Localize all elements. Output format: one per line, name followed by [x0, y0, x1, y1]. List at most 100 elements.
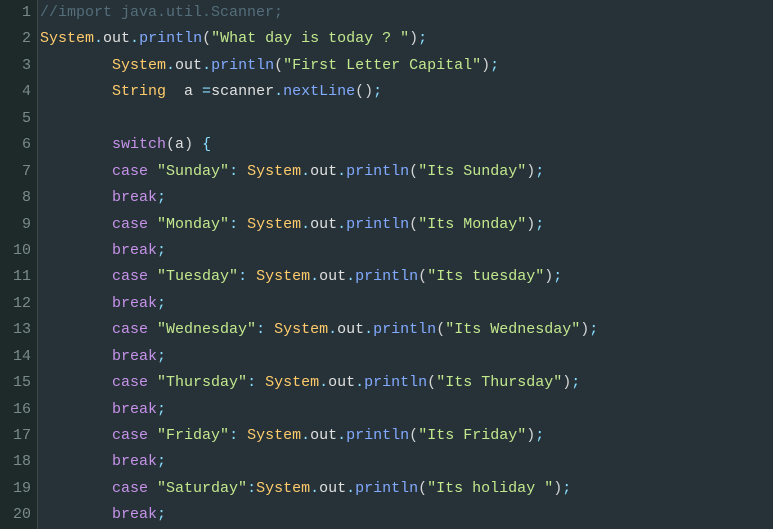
token-id: out [337, 321, 364, 338]
token-str: "Its Wednesday" [445, 321, 580, 338]
code-line[interactable]: case "Monday": System.out.println("Its M… [40, 212, 773, 238]
token-punc: ; [157, 189, 166, 206]
line-number: 2 [0, 26, 31, 52]
code-line[interactable]: break; [40, 238, 773, 264]
code-line[interactable]: System.out.println("What day is today ? … [40, 26, 773, 52]
token-paren: ( [409, 163, 418, 180]
token-str: "What day is today ? " [211, 30, 409, 47]
token-str: "Sunday" [157, 163, 229, 180]
token-punc: : [256, 321, 265, 338]
code-line[interactable]: case "Tuesday": System.out.println("Its … [40, 264, 773, 290]
token-id: out [310, 427, 337, 444]
token-kw: case [112, 321, 148, 338]
token-fn: println [346, 427, 409, 444]
token-punc: : [229, 163, 238, 180]
token-punc: ; [535, 163, 544, 180]
token-punc: { [202, 136, 211, 153]
token-paren: ) [544, 268, 553, 285]
token-fn: nextLine [283, 83, 355, 100]
code-line[interactable]: case "Saturday":System.out.println("Its … [40, 476, 773, 502]
code-line[interactable]: case "Wednesday": System.out.println("It… [40, 317, 773, 343]
token-fn: println [355, 268, 418, 285]
token-id [40, 348, 112, 365]
code-line[interactable]: //import java.util.Scanner; [40, 0, 773, 26]
code-line[interactable]: case "Thursday": System.out.println("Its… [40, 370, 773, 396]
code-line[interactable]: System.out.println("First Letter Capital… [40, 53, 773, 79]
token-paren: ( [418, 480, 427, 497]
token-paren: ) [481, 57, 490, 74]
line-number: 9 [0, 212, 31, 238]
token-id [40, 163, 112, 180]
token-punc: : [238, 268, 247, 285]
code-line[interactable]: case "Friday": System.out.println("Its F… [40, 423, 773, 449]
token-kw: break [112, 189, 157, 206]
line-number: 20 [0, 502, 31, 528]
token-id [40, 295, 112, 312]
token-cls: System [256, 268, 310, 285]
token-punc: ; [535, 427, 544, 444]
code-line[interactable]: String a =scanner.nextLine(); [40, 79, 773, 105]
code-line[interactable]: break; [40, 449, 773, 475]
token-id [40, 242, 112, 259]
token-kw: case [112, 427, 148, 444]
line-number: 15 [0, 370, 31, 396]
line-number: 17 [0, 423, 31, 449]
line-number: 1 [0, 0, 31, 26]
token-cls: System [247, 216, 301, 233]
token-id: scanner [211, 83, 274, 100]
token-punc: ; [490, 57, 499, 74]
token-str: "Its Monday" [418, 216, 526, 233]
token-punc: ; [418, 30, 427, 47]
code-line[interactable]: break; [40, 185, 773, 211]
token-punc: . [301, 216, 310, 233]
token-id [148, 480, 157, 497]
token-id [40, 268, 112, 285]
token-punc: : [229, 427, 238, 444]
token-fn: println [364, 374, 427, 391]
token-paren: () [355, 83, 373, 100]
token-punc: ; [157, 348, 166, 365]
token-id [40, 57, 112, 74]
token-paren: ( [409, 427, 418, 444]
token-paren: ( [418, 268, 427, 285]
token-id [256, 374, 265, 391]
line-number: 7 [0, 159, 31, 185]
token-id [40, 480, 112, 497]
token-id: out [319, 480, 346, 497]
token-punc: . [310, 268, 319, 285]
token-id [238, 427, 247, 444]
token-punc: . [337, 216, 346, 233]
token-cls: System [256, 480, 310, 497]
token-id [148, 321, 157, 338]
token-id [40, 321, 112, 338]
token-paren: ) [562, 374, 571, 391]
code-line[interactable]: case "Sunday": System.out.println("Its S… [40, 159, 773, 185]
line-number: 18 [0, 449, 31, 475]
code-line[interactable] [40, 106, 773, 132]
token-kw: case [112, 268, 148, 285]
token-str: "Its tuesday" [427, 268, 544, 285]
token-fn: println [346, 216, 409, 233]
code-editor-area[interactable]: //import java.util.Scanner;System.out.pr… [38, 0, 773, 529]
code-line[interactable]: break; [40, 397, 773, 423]
token-paren: ) [184, 136, 193, 153]
token-cls: System [265, 374, 319, 391]
token-paren: ) [526, 427, 535, 444]
token-id [40, 401, 112, 418]
token-punc: ; [157, 295, 166, 312]
token-punc: ; [562, 480, 571, 497]
code-line[interactable]: break; [40, 502, 773, 528]
token-id: out [175, 57, 202, 74]
token-kw: break [112, 401, 157, 418]
token-paren: ) [553, 480, 562, 497]
token-id: out [319, 268, 346, 285]
token-kw: break [112, 348, 157, 365]
token-id [40, 216, 112, 233]
code-line[interactable]: switch(a) { [40, 132, 773, 158]
token-paren: ( [202, 30, 211, 47]
code-line[interactable]: break; [40, 291, 773, 317]
token-punc: ; [157, 453, 166, 470]
token-punc: ; [157, 506, 166, 523]
token-op: = [202, 83, 211, 100]
code-line[interactable]: break; [40, 344, 773, 370]
